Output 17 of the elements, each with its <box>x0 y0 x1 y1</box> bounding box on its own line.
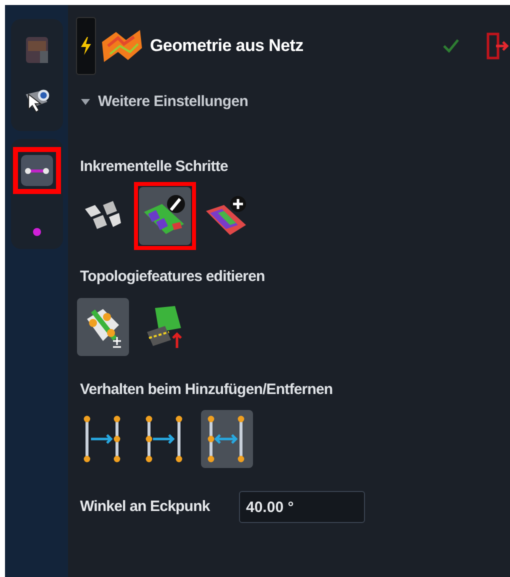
caret-icon <box>81 98 90 106</box>
angle-field[interactable]: 40.00 ° <box>239 491 365 523</box>
lightning-icon <box>80 37 92 55</box>
section-title: Inkrementelle Schritte <box>80 156 228 176</box>
settings-toggle[interactable]: Weitere Einstellungen <box>81 91 248 114</box>
section-title: Topologiefeatures editieren <box>80 267 265 287</box>
panel-title: Geometrie aus Netz <box>150 35 304 58</box>
exit-icon[interactable] <box>486 32 510 60</box>
tool-button[interactable] <box>134 182 196 250</box>
section-title: Verhalten beim Hinzufügen/Entfernen <box>80 380 333 400</box>
angle-label: Winkel an Eckpunk <box>80 496 211 517</box>
check-icon[interactable] <box>442 38 460 54</box>
point-icon <box>32 226 42 237</box>
texture-icon <box>24 35 50 65</box>
map-tiles-icon <box>100 28 144 64</box>
rail-button[interactable] <box>12 147 60 194</box>
line-segment-icon <box>24 166 50 176</box>
